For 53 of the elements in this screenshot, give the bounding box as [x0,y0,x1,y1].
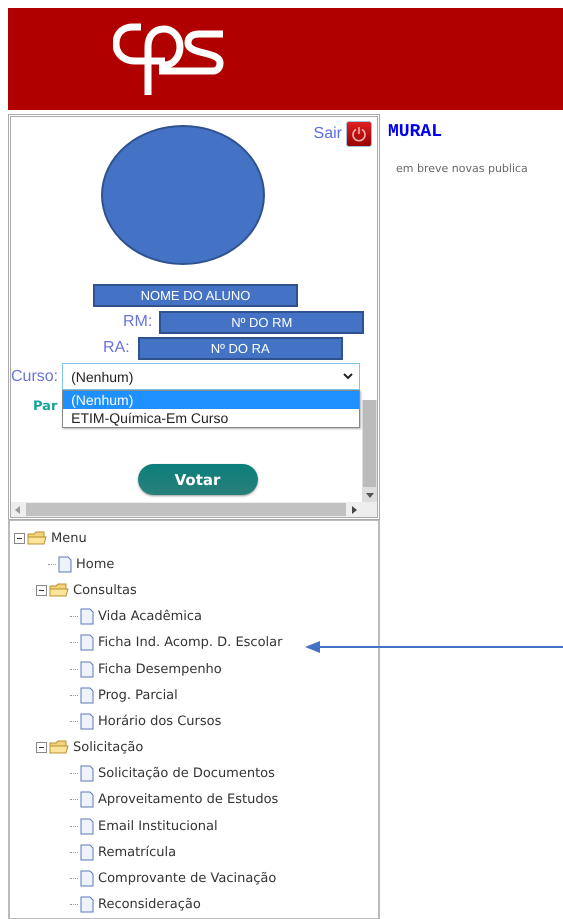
vote-button[interactable]: Votar [138,464,258,495]
page-icon [80,712,94,730]
section-label: Par [33,399,58,414]
collapse-icon[interactable] [36,584,47,596]
menu-item[interactable]: Comprovante de Vacinação [98,871,276,886]
ra-label: RA: [103,339,130,357]
page-icon [58,556,72,573]
menu-item[interactable]: Horário dos Cursos [98,714,222,729]
page-icon [80,634,94,652]
page-icon [80,791,94,808]
page-icon [80,818,94,835]
page-icon [80,870,94,888]
student-name: NOME DO ALUNO [93,284,298,306]
page-icon [80,660,94,678]
menu-item[interactable]: Solicitação [73,740,144,756]
menu-item[interactable]: Aproveitamento de Estudos [98,792,278,808]
scroll-right-icon[interactable] [352,506,357,514]
mural-message: em breve novas publica [396,162,529,175]
menu-item[interactable]: Ficha Desempenho [98,662,222,677]
menu-item[interactable]: Vida Acadêmica [98,609,202,624]
menu-item[interactable]: Ficha Ind. Acomp. D. Escolar [98,635,282,650]
course-select[interactable]: (Nenhum) [62,363,360,390]
rm-value: Nº DO RM [159,310,364,334]
page-icon [80,896,94,914]
rm-label: RM: [123,313,152,331]
menu-item[interactable]: Home [76,556,114,572]
menu-item[interactable]: Menu [51,530,87,546]
course-label: Curso: [11,368,58,386]
mural-title: MURAL [388,122,444,142]
page-icon [80,608,94,626]
scroll-down-icon[interactable] [366,493,374,498]
menu-item[interactable]: Prog. Parcial [98,688,178,703]
menu-item[interactable]: Consultas [73,582,137,598]
ra-value: Nº DO RA [138,336,343,360]
collapse-icon[interactable] [14,532,25,544]
folder-icon [49,582,69,598]
menu-item[interactable]: Reconsideração [98,897,201,912]
horizontal-scrollbar[interactable] [11,502,377,517]
power-icon [351,126,367,142]
menu-item[interactable]: Rematrícula [98,844,176,860]
folder-icon [27,530,47,546]
logout-link[interactable]: Sair [314,124,342,142]
logout-button[interactable] [346,120,372,146]
dropdown-option[interactable]: ETIM-Química-Em Curso [63,409,360,427]
vertical-scrollbar[interactable] [362,400,377,502]
page-icon [80,765,94,782]
menu-item[interactable]: Solicitação de Documentos [98,766,275,782]
page-icon [80,686,94,704]
collapse-icon[interactable] [36,742,47,754]
chevron-icon [343,373,354,380]
menu-item[interactable]: Email Institucional [98,818,218,834]
page-icon [80,844,94,861]
folder-icon [49,740,69,756]
